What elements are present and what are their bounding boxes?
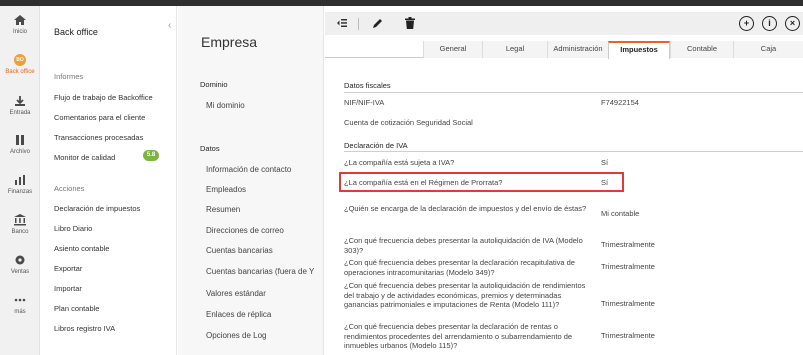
nav-section-datos: Datos <box>200 144 220 153</box>
back-office-icon: BO <box>14 54 26 66</box>
answer-value: Sí <box>601 158 609 167</box>
menu-item[interactable]: Importar <box>54 284 82 293</box>
tab-administracion[interactable]: Administración <box>547 41 608 58</box>
collapse-chevron-icon[interactable]: ‹ <box>168 20 178 36</box>
tab-caja[interactable]: Caja <box>733 41 803 58</box>
menu-section-informes: Informes <box>54 72 84 81</box>
nav-item[interactable]: Enlaces de réplica <box>206 310 271 319</box>
menu-item[interactable]: Exportar <box>54 264 82 273</box>
question-label: ¿La compañía está sujeta a IVA? <box>344 158 455 167</box>
sales-icon <box>15 255 25 265</box>
answer-value: Trimestralmente <box>601 262 655 271</box>
nav-item[interactable]: Valores estándar <box>206 289 266 298</box>
question-label: ¿Con qué frecuencia debes presentar la a… <box>344 236 583 255</box>
nav-section-dominio: Dominio <box>200 80 228 89</box>
menu-item[interactable]: Libros registro IVA <box>54 324 115 333</box>
menu-item[interactable]: Transacciones procesadas <box>54 133 143 142</box>
list-indent-icon[interactable] <box>333 15 351 32</box>
menu-item[interactable]: Asiento contable <box>54 244 109 253</box>
question-label: ¿La compañía está en el Régimen de Prorr… <box>344 178 503 187</box>
chart-icon <box>15 175 25 185</box>
rail-item-archivo[interactable]: Archivo <box>0 134 40 155</box>
inbox-icon <box>15 96 25 106</box>
question-label: ¿Con qué frecuencia debes presentar la d… <box>344 258 575 277</box>
tab-bar: General Legal Administración Impuestos C… <box>325 41 803 59</box>
rail-label: Back office <box>5 69 35 75</box>
field-label-nif: NIF/NIF-IVA <box>344 98 385 107</box>
section-divider <box>344 92 803 93</box>
nav-item[interactable]: Resumen <box>206 205 240 214</box>
nav-item[interactable]: Información de contacto <box>206 165 291 174</box>
menu-section-acciones: Acciones <box>54 184 85 193</box>
edit-pencil-icon[interactable] <box>368 15 386 32</box>
home-icon <box>14 15 26 25</box>
rail-item-mas[interactable]: más <box>0 294 40 315</box>
question-label: ¿Con qué frecuencia debes presentar la d… <box>344 322 573 350</box>
nav-item[interactable]: Empleados <box>206 185 246 194</box>
tab-contable[interactable]: Contable <box>670 41 733 58</box>
section-heading-declaracion-iva: Declaración de IVA <box>344 141 408 150</box>
toolbar-divider <box>358 18 359 30</box>
rail-item-ventas[interactable]: Ventas <box>0 254 40 275</box>
question-label: ¿Con qué frecuencia debes presentar la a… <box>344 281 586 309</box>
menu-item[interactable]: Libro Diario <box>54 224 92 233</box>
rail-label: Ventas <box>10 269 30 275</box>
rail-label: más <box>14 309 26 315</box>
quality-score-badge: 5.8 <box>143 150 159 161</box>
more-icon <box>14 298 26 302</box>
main-panel: + i × General Legal Administración Impue… <box>325 6 803 355</box>
company-settings-nav: Empresa Dominio Mi dominio Datos Informa… <box>178 6 324 355</box>
rail-label: Banco <box>11 229 29 235</box>
toolbar: + i × <box>325 12 803 35</box>
bank-icon <box>14 214 26 226</box>
nav-item[interactable]: Cuentas bancarias <box>206 246 273 255</box>
add-circle-icon[interactable]: + <box>739 16 754 31</box>
answer-value: Sí <box>601 178 609 187</box>
rail-item-banco[interactable]: Banco <box>0 214 40 235</box>
page-title: Empresa <box>201 34 258 50</box>
menu-item[interactable]: Monitor de calidad <box>54 153 115 162</box>
rail-item-back-office[interactable]: BO Back office <box>0 54 40 75</box>
tab-legal[interactable]: Legal <box>482 41 547 58</box>
rail-item-entrada[interactable]: Entrada <box>0 95 40 116</box>
answer-value: Trimestralmente <box>601 331 655 340</box>
question-label: ¿Quién se encarga de la declaración de i… <box>344 204 587 213</box>
rail-label: Inicio <box>12 29 27 35</box>
section-divider <box>344 151 803 152</box>
nav-item[interactable]: Cuentas bancarias (fuera de Y <box>206 267 314 276</box>
archive-icon <box>16 135 24 145</box>
menu-item[interactable]: Comentarios para el cliente <box>54 113 145 122</box>
answer-value: Trimestralmente <box>601 299 655 308</box>
left-rail: Inicio BO Back office Entrada Archivo Fi… <box>0 6 40 355</box>
section-heading-datos-fiscales: Datos fiscales <box>344 81 391 90</box>
answer-value: Mi contable <box>601 209 640 218</box>
rail-label: Archivo <box>9 149 30 155</box>
nav-item[interactable]: Direcciones de correo <box>206 226 284 235</box>
rail-label: Finanzas <box>7 189 33 195</box>
delete-trash-icon[interactable] <box>401 15 419 32</box>
menu-item[interactable]: Plan contable <box>54 304 99 313</box>
field-value-nif: F74922154 <box>601 98 639 107</box>
tab-general[interactable]: General <box>423 41 482 58</box>
menu-item[interactable]: Flujo de trabajo de Backoffice <box>54 93 153 102</box>
answer-value: Trimestralmente <box>601 240 655 249</box>
menu-item[interactable]: Declaración de impuestos <box>54 204 140 213</box>
rail-label: Entrada <box>9 110 31 116</box>
back-office-menu: Back office ‹ Informes Flujo de trabajo … <box>41 6 177 355</box>
tab-impuestos[interactable]: Impuestos <box>608 41 670 59</box>
rail-item-inicio[interactable]: Inicio <box>0 14 40 35</box>
info-circle-icon[interactable]: i <box>762 16 777 31</box>
nav-item[interactable]: Opciones de Log <box>206 331 267 340</box>
close-circle-icon[interactable]: × <box>785 16 800 31</box>
nav-item-mi-dominio[interactable]: Mi dominio <box>206 101 245 110</box>
field-label-seguridad-social: Cuenta de cotización Seguridad Social <box>344 118 473 127</box>
menu-title: Back office <box>54 27 98 37</box>
rail-item-finanzas[interactable]: Finanzas <box>0 174 40 195</box>
